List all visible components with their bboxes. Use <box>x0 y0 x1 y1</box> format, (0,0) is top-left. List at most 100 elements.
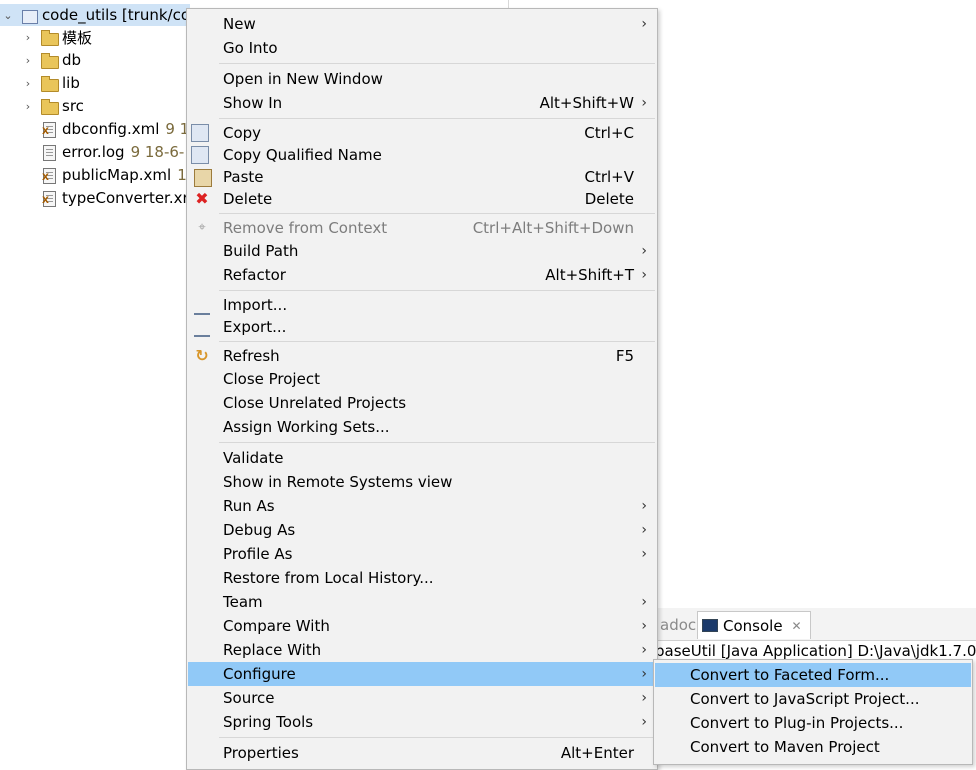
folder-icon <box>40 52 59 69</box>
menu-item-debug-as[interactable]: Debug As › <box>188 518 656 542</box>
tree-item-label: lib <box>62 74 80 92</box>
chevron-right-icon: › <box>641 522 647 538</box>
collapse-chevron-icon[interactable]: ⌄ <box>2 4 14 26</box>
console-process-label: baseUtil [Java Application] D:\Java\jdk1… <box>655 642 976 660</box>
menu-item-export[interactable]: Export... <box>188 315 656 339</box>
expand-chevron-icon[interactable]: › <box>22 49 34 71</box>
menu-item-paste[interactable]: Paste Ctrl+V <box>188 165 656 189</box>
menu-item-copy[interactable]: Copy Ctrl+C <box>188 121 656 145</box>
menu-item-source[interactable]: Source › <box>188 686 656 710</box>
tree-item-file[interactable]: X dbconfig.xml 9 1 <box>40 118 189 140</box>
tree-item-folder[interactable]: › db <box>22 49 81 71</box>
tree-item-file[interactable]: X publicMap.xml 1 <box>40 164 187 186</box>
export-icon <box>194 319 210 337</box>
menu-item-close-unrelated[interactable]: Close Unrelated Projects <box>188 391 656 415</box>
menu-item-delete[interactable]: ✖ Delete Delete <box>188 187 656 211</box>
tab-console[interactable]: Console ✕ <box>697 611 811 639</box>
menu-separator <box>219 290 655 291</box>
chevron-right-icon: › <box>641 642 647 658</box>
menu-item-new[interactable]: New › <box>188 12 656 36</box>
tab-javadoc[interactable]: adoc <box>660 616 696 634</box>
menu-item-replace-with[interactable]: Replace With › <box>188 638 656 662</box>
context-menu: New › Go Into Open in New Window Show In A… <box>186 8 658 770</box>
configure-submenu: Convert to Faceted Form... Convert to Ja… <box>653 659 973 765</box>
menu-separator <box>219 442 655 443</box>
paste-icon <box>194 169 212 187</box>
tree-item-label: db <box>62 51 82 69</box>
expand-chevron-icon[interactable]: › <box>22 72 34 94</box>
tree-item-label: src <box>62 97 84 115</box>
chevron-right-icon: › <box>641 666 647 682</box>
tree-item-label: error.log <box>62 143 125 161</box>
tree-root-code-utils[interactable]: ⌄ code_utils [trunk/co <box>0 4 190 26</box>
menu-item-run-as[interactable]: Run As › <box>188 494 656 518</box>
menu-item-configure[interactable]: Configure › <box>188 662 656 686</box>
menu-item-refresh[interactable]: ↻ Refresh F5 <box>188 344 656 368</box>
menu-separator <box>219 341 655 342</box>
chevron-right-icon: › <box>641 594 647 610</box>
menu-item-restore-local-history[interactable]: Restore from Local History... <box>188 566 656 590</box>
xml-file-icon: X <box>40 167 58 184</box>
tree-item-file[interactable]: X typeConverter.xr <box>40 187 189 209</box>
menu-separator <box>219 737 655 738</box>
tree-root-label: code_utils [trunk/co <box>41 6 190 24</box>
menu-item-import[interactable]: Import... <box>188 293 656 317</box>
menu-item-assign-working-sets[interactable]: Assign Working Sets... <box>188 415 656 439</box>
console-icon <box>702 619 718 632</box>
menu-item-refactor[interactable]: Refactor Alt+Shift+T › <box>188 263 656 287</box>
expand-chevron-icon[interactable]: › <box>22 95 34 117</box>
menu-item-team[interactable]: Team › <box>188 590 656 614</box>
menu-item-close-project[interactable]: Close Project <box>188 367 656 391</box>
menu-item-open-new-window[interactable]: Open in New Window <box>188 67 656 91</box>
remove-context-icon: ⌖ <box>198 220 206 235</box>
chevron-right-icon: › <box>641 16 647 32</box>
submenu-item-faceted-form[interactable]: Convert to Faceted Form... <box>655 663 971 687</box>
menu-item-go-into[interactable]: Go Into <box>188 36 656 60</box>
folder-icon <box>40 29 59 46</box>
project-icon <box>20 7 38 24</box>
xml-file-icon: X <box>40 121 58 138</box>
chevron-right-icon: › <box>641 618 647 634</box>
chevron-right-icon: › <box>641 95 647 111</box>
menu-separator <box>219 63 655 64</box>
close-icon[interactable]: ✕ <box>792 619 802 633</box>
chevron-right-icon: › <box>641 690 647 706</box>
menu-item-compare-with[interactable]: Compare With › <box>188 614 656 638</box>
tree-item-file[interactable]: error.log 9 18-6- <box>40 141 184 163</box>
tree-item-folder[interactable]: › 模板 <box>22 26 92 48</box>
folder-icon <box>40 75 59 92</box>
menu-item-properties[interactable]: Properties Alt+Enter <box>188 741 656 765</box>
chevron-right-icon: › <box>641 267 647 283</box>
package-folder-icon <box>40 98 59 115</box>
menu-item-show-remote-systems[interactable]: Show in Remote Systems view <box>188 470 656 494</box>
xml-file-icon: X <box>40 190 58 207</box>
menu-item-copy-qualified-name[interactable]: Copy Qualified Name <box>188 143 656 167</box>
tree-item-label: 模板 <box>62 28 93 47</box>
text-file-icon <box>40 144 58 161</box>
svn-decoration: 9 18-6- <box>130 143 185 161</box>
chevron-right-icon: › <box>641 714 647 730</box>
copy-qualified-icon <box>191 146 209 164</box>
tree-item-folder[interactable]: › src <box>22 95 84 117</box>
submenu-item-javascript-project[interactable]: Convert to JavaScript Project... <box>655 687 971 711</box>
tree-item-folder[interactable]: › lib <box>22 72 80 94</box>
chevron-right-icon: › <box>641 243 647 259</box>
import-icon <box>194 297 210 315</box>
expand-chevron-icon[interactable]: › <box>22 26 34 48</box>
menu-item-spring-tools[interactable]: Spring Tools › <box>188 710 656 734</box>
menu-item-validate[interactable]: Validate <box>188 446 656 470</box>
chevron-right-icon: › <box>641 546 647 562</box>
chevron-right-icon: › <box>641 498 647 514</box>
menu-item-profile-as[interactable]: Profile As › <box>188 542 656 566</box>
tree-item-label: typeConverter.xr <box>62 189 189 207</box>
refresh-icon: ↻ <box>195 346 209 365</box>
menu-item-remove-from-context: ⌖ Remove from Context Ctrl+Alt+Shift+Down <box>188 216 656 240</box>
menu-item-show-in[interactable]: Show In Alt+Shift+W › <box>188 91 656 115</box>
tab-console-label: Console <box>723 616 783 635</box>
delete-icon: ✖ <box>195 189 209 208</box>
copy-icon <box>191 124 209 142</box>
menu-separator <box>219 213 655 214</box>
submenu-item-plugin-projects[interactable]: Convert to Plug-in Projects... <box>655 711 971 735</box>
submenu-item-maven-project[interactable]: Convert to Maven Project <box>655 735 971 759</box>
menu-item-build-path[interactable]: Build Path › <box>188 239 656 263</box>
